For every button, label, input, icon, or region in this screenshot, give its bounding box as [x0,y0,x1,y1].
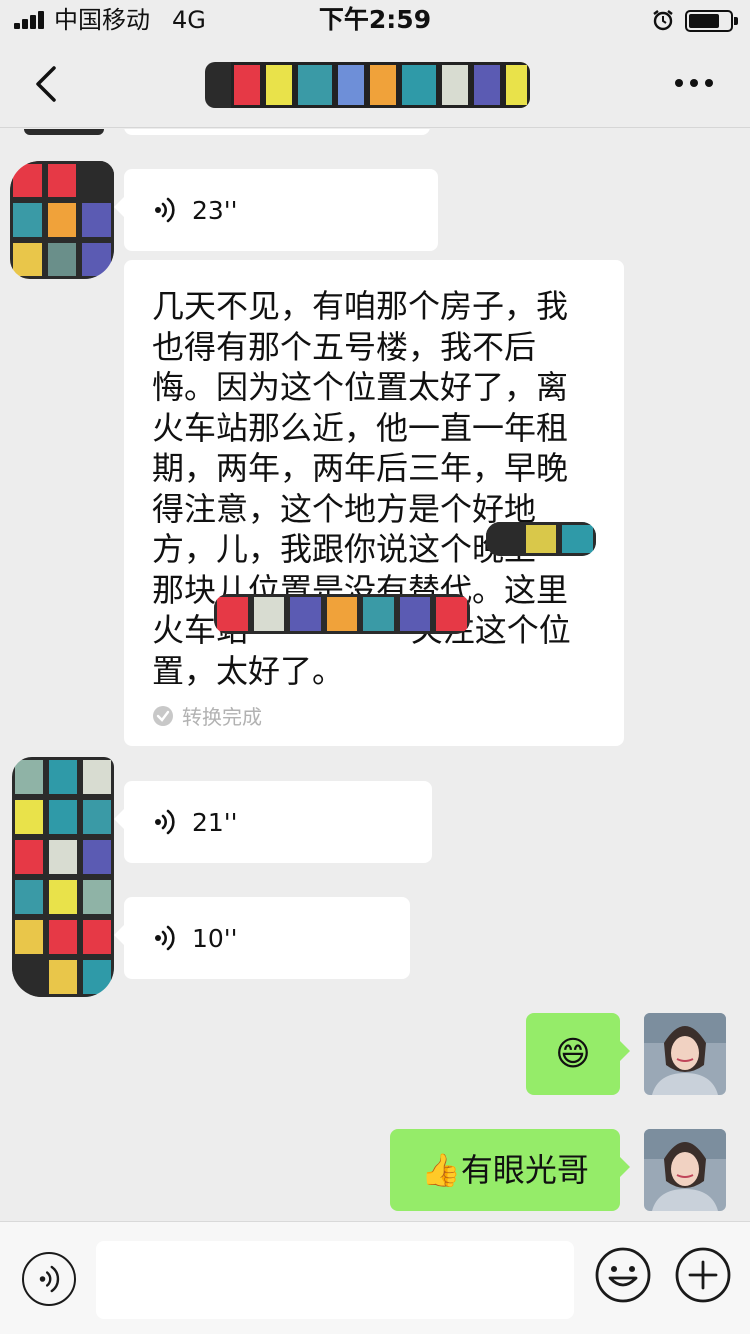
plus-icon[interactable] [674,1246,732,1304]
voice-input-icon[interactable] [22,1252,76,1306]
smile-emoji: 😄 [555,1034,591,1074]
check-circle-icon [153,705,173,726]
alarm-icon [653,10,673,31]
status-time: 下午2:59 [318,5,432,34]
voice-message-bubble[interactable]: 21'' [114,781,432,863]
sent-message-bubble[interactable]: 👍有眼光哥 [390,1129,630,1211]
contact-avatar[interactable] [10,161,114,279]
self-avatar[interactable] [644,1013,726,1095]
sent-message-bubble[interactable]: 😄 [526,1013,630,1095]
redaction-mark [214,594,470,634]
emoji-icon[interactable] [594,1246,652,1304]
more-dots-icon[interactable] [674,78,714,88]
previous-message-bubble[interactable] [124,129,430,135]
avatar[interactable] [24,129,104,135]
voice-message-bubble[interactable]: 23'' [114,169,438,251]
navigation-bar [0,40,750,128]
contact-avatar[interactable] [12,757,114,997]
voice-transcript-bubble[interactable]: 几天不见，有咱那个房子，我也得有那个五号楼，我不后悔。因为这个位置太好了，离火车… [124,260,624,746]
transcript-status: 转换完成 [182,705,262,729]
redaction-mark [486,522,596,556]
voice-duration: 10'' [192,923,238,953]
chat-title-redacted [205,62,530,108]
input-bar [0,1221,750,1334]
voice-message-bubble[interactable]: 10'' [114,897,410,979]
sent-message-text: 👍有眼光哥 [421,1151,589,1189]
self-avatar[interactable] [644,1129,726,1211]
voice-duration: 21'' [192,807,238,837]
voice-duration: 23'' [192,195,238,225]
battery-icon [685,10,738,32]
chat-message-list[interactable]: 23'' 几天不见，有咱那个房子，我也得有那个五号楼，我不后悔。因为这个位置太好… [0,129,750,1221]
voice-wave-icon [155,925,175,951]
voice-wave-icon [155,197,175,223]
voice-wave-icon [155,809,175,835]
message-input[interactable] [96,1241,574,1319]
status-bar: 中国移动 4G 下午2:59 [0,0,750,40]
chevron-left-icon[interactable] [30,62,70,106]
